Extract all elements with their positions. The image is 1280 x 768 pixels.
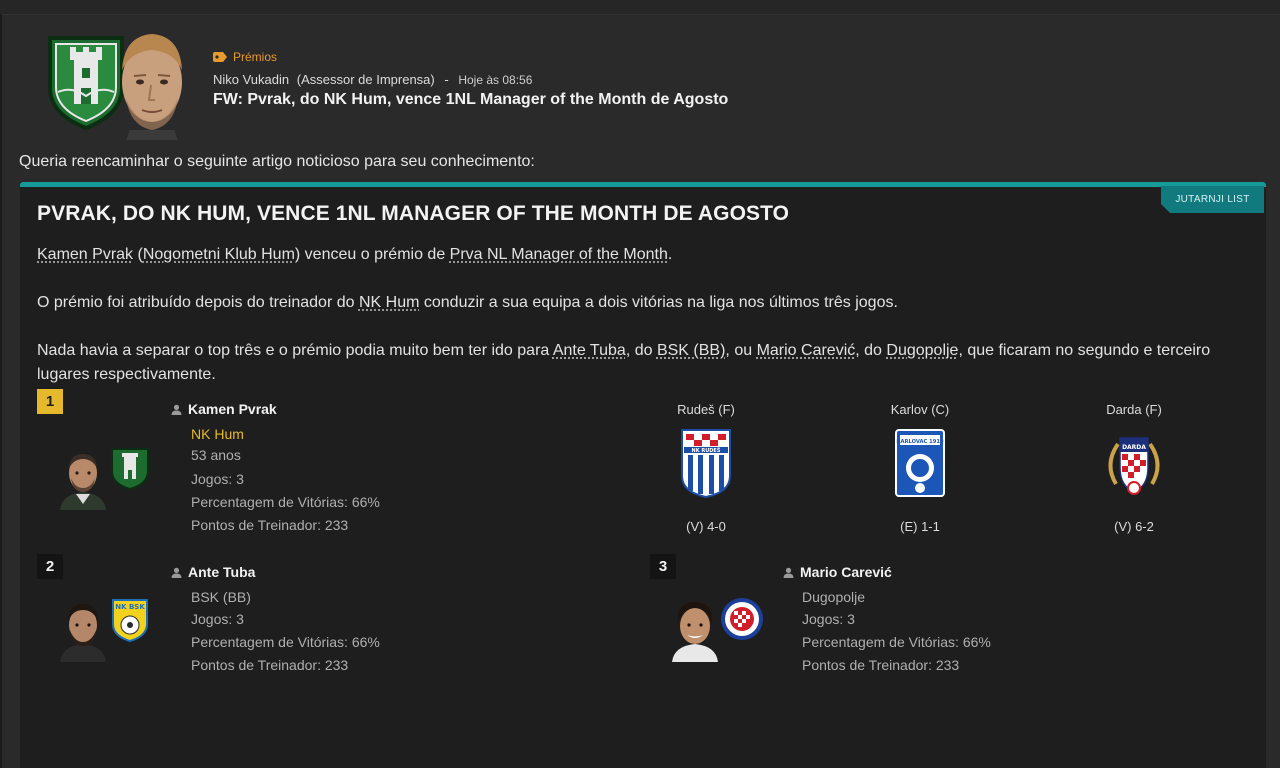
news-article: JUTARNJI LIST PVRAK, DO NK HUM, VENCE 1N… <box>20 182 1266 768</box>
svg-text:DARDA: DARDA <box>1122 444 1146 451</box>
link-nk-hum[interactable]: NK Hum <box>359 294 419 311</box>
manager-winpct-2: Percentagem de Vitórias: 66% <box>191 634 380 650</box>
manager-games-1: Jogos: 3 <box>191 471 244 487</box>
link-ante-tuba[interactable]: Ante Tuba <box>553 342 626 359</box>
match-opponent-1: Rudeš (F) <box>677 402 735 417</box>
svg-text:NK BSK: NK BSK <box>115 603 145 611</box>
match-opponent-3: Darda (F) <box>1106 402 1162 417</box>
club-crest-nk-hum-icon[interactable] <box>110 446 150 490</box>
manager-winpct-1: Percentagem de Vitórias: 66% <box>191 494 380 510</box>
manager-face-pvrak[interactable] <box>54 446 112 510</box>
message-intro: Queria reencaminhar o seguinte artigo no… <box>19 153 535 170</box>
separator: - <box>444 72 449 87</box>
article-paragraph-3: Nada havia a separar o top três e o prém… <box>37 342 1211 383</box>
link-mario-carevic[interactable]: Mario Carević <box>757 342 856 359</box>
top-strip <box>0 0 1280 14</box>
club-crest-rudes-icon: NK RUDEŠ <box>681 429 731 498</box>
manager-club-1[interactable]: NK Hum <box>191 426 244 442</box>
club-crest-bsk-icon[interactable]: NK BSK <box>110 598 150 642</box>
svg-text:NK RUDEŠ: NK RUDEŠ <box>692 447 721 454</box>
link-dugopolje[interactable]: Dugopolje <box>886 342 958 359</box>
sender-role: (Assessor de Imprensa) <box>296 72 435 87</box>
svg-text:KARLOVAC 1919: KARLOVAC 1919 <box>896 439 944 445</box>
club-crest-darda-icon: DARDA <box>1108 437 1160 495</box>
person-icon <box>783 567 794 578</box>
manager-points-1: Pontos de Treinador: 233 <box>191 517 349 533</box>
sender-name[interactable]: Niko Vukadin <box>213 72 289 87</box>
press-officer-avatar <box>122 34 182 140</box>
manager-name-1[interactable]: Kamen Pvrak <box>171 401 277 417</box>
message-time: Hoje às 08:56 <box>458 73 533 87</box>
manager-points-3: Pontos de Treinador: 233 <box>802 657 960 673</box>
tag-icon <box>213 52 227 62</box>
link-kamen-pvrak[interactable]: Kamen Pvrak <box>37 246 133 263</box>
message-category: Prémios <box>213 50 277 64</box>
manager-face-carevic[interactable] <box>666 598 724 662</box>
manager-games-3: Jogos: 3 <box>802 611 855 627</box>
person-icon <box>171 404 182 415</box>
club-crest-karlovac-icon: KARLOVAC 1919 <box>895 429 945 497</box>
rank-badge-1: 1 <box>37 389 63 414</box>
manager-games-2: Jogos: 3 <box>191 611 244 627</box>
message-subject: FW: Pvrak, do NK Hum, vence 1NL Manager … <box>213 91 729 108</box>
manager-winpct-3: Percentagem de Vitórias: 66% <box>802 634 991 650</box>
manager-club-3[interactable]: Dugopolje <box>802 589 865 605</box>
rank-badge-3: 3 <box>650 554 676 579</box>
category-label: Prémios <box>233 50 278 64</box>
sender-line: Niko Vukadin (Assessor de Imprensa) - Ho… <box>213 72 532 87</box>
match-3[interactable]: Darda (F) DARDA (V) 6-2 <box>1064 402 1204 534</box>
manager-name-3[interactable]: Mario Carević <box>783 564 892 580</box>
match-2[interactable]: Karlov (C) KARLOVAC 1919 (E) 1-1 <box>850 402 990 534</box>
article-paragraph-2: O prémio foi atribuído depois do treinad… <box>37 294 898 311</box>
person-icon <box>171 567 182 578</box>
link-prva-nl-award[interactable]: Prva NL Manager of the Month <box>450 246 668 263</box>
match-result-2: (E) 1-1 <box>900 519 940 534</box>
match-result-3: (V) 6-2 <box>1114 519 1154 534</box>
article-headline: PVRAK, DO NK HUM, VENCE 1NL MANAGER OF T… <box>37 202 790 225</box>
manager-name-2[interactable]: Ante Tuba <box>171 564 255 580</box>
article-paragraph-1: Kamen Pvrak (Nogometni Klub Hum) venceu … <box>37 246 673 263</box>
match-1[interactable]: Rudeš (F) NK RUDEŠ (V) 4-0 <box>636 402 776 534</box>
manager-age-1: 53 anos <box>191 447 241 463</box>
link-nogometni-klub-hum[interactable]: Nogometni Klub Hum <box>143 246 295 263</box>
match-opponent-2: Karlov (C) <box>890 402 950 417</box>
article-accent-bar <box>20 182 1266 187</box>
manager-points-2: Pontos de Treinador: 233 <box>191 657 349 673</box>
source-badge: JUTARNJI LIST <box>1161 186 1264 213</box>
club-crest-dugopolje-icon[interactable] <box>720 596 764 642</box>
match-result-1: (V) 4-0 <box>686 519 726 534</box>
rank-badge-2: 2 <box>37 554 63 579</box>
manager-club-2[interactable]: BSK (BB) <box>191 589 251 605</box>
link-bsk-bb[interactable]: BSK (BB) <box>657 342 725 359</box>
manager-face-tuba[interactable] <box>54 598 112 662</box>
